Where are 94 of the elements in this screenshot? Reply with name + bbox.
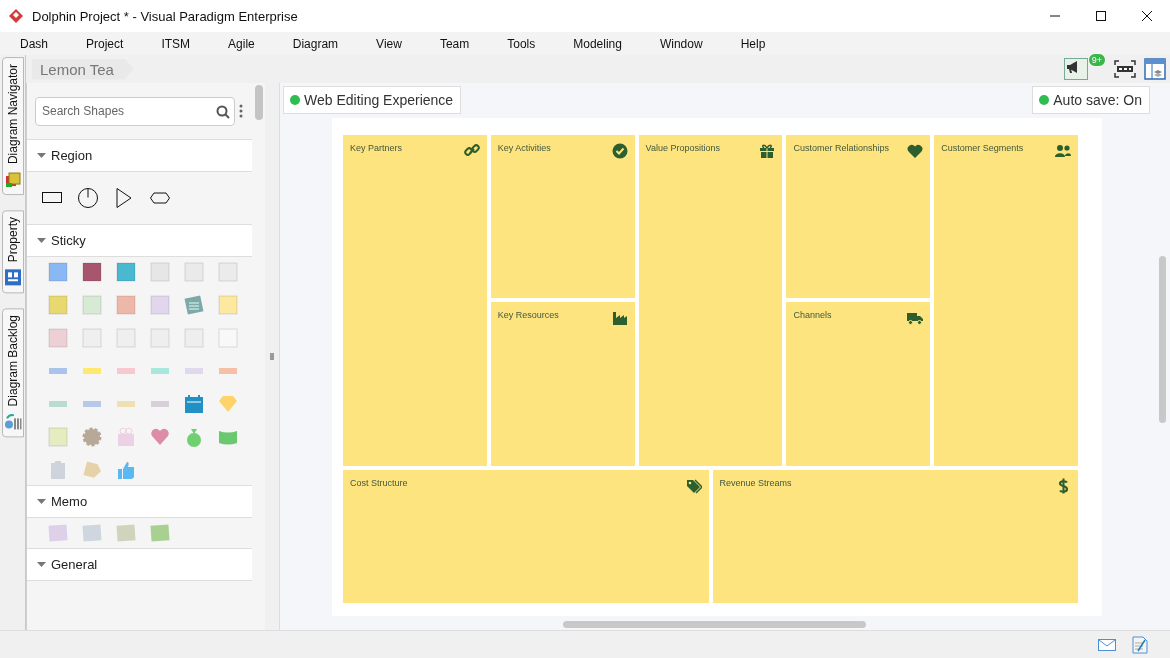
- block-title: Customer Segments: [941, 143, 1024, 153]
- link-icon: [463, 143, 480, 159]
- caret-icon: [37, 562, 46, 567]
- grip-icon[interactable]: [270, 353, 274, 360]
- money-bag-icon[interactable]: [184, 427, 204, 447]
- caret-icon: [37, 499, 46, 504]
- canvas-block[interactable]: Cost Structure: [343, 470, 709, 603]
- menu-item[interactable]: Team: [427, 36, 482, 51]
- scrollbar-thumb[interactable]: [255, 85, 264, 120]
- tags-icon: [685, 478, 702, 494]
- block-title: Cost Structure: [350, 478, 408, 488]
- block-title: Customer Relationships: [793, 143, 889, 153]
- canvas-block[interactable]: Customer Segments: [934, 135, 1078, 466]
- caret-icon: [37, 238, 46, 243]
- thumbs-up-icon[interactable]: [116, 460, 136, 480]
- chart-icon: [4, 412, 22, 431]
- window-title: Dolphin Project * - Visual Paradigm Enterprise: [32, 8, 298, 24]
- memo-note-icon[interactable]: [82, 523, 102, 543]
- sticky-note-icon[interactable]: [48, 262, 68, 282]
- side-tab[interactable]: Property: [2, 210, 24, 294]
- block-title: Revenue Streams: [719, 478, 792, 488]
- block-title: Channels: [793, 310, 832, 320]
- canvas-block[interactable]: Key Resources: [490, 302, 635, 466]
- block-title: Key Resources: [497, 310, 559, 320]
- memo-note-icon[interactable]: [116, 523, 136, 543]
- section-header[interactable]: General: [27, 548, 253, 581]
- section-title: Sticky: [51, 233, 86, 248]
- form-icon: [4, 268, 22, 287]
- breadcrumb-item[interactable]: Lemon Tea: [32, 58, 134, 80]
- section-header[interactable]: Memo: [27, 485, 253, 518]
- section-title: General: [51, 557, 98, 572]
- gear-icon[interactable]: [82, 427, 102, 447]
- scrollbar-thumb[interactable]: [1159, 256, 1166, 423]
- autosave-badge[interactable]: Auto save: On: [1032, 86, 1150, 114]
- menu-item[interactable]: Modeling: [561, 36, 634, 51]
- document-icon[interactable]: [1132, 635, 1148, 654]
- notepad-icon[interactable]: [184, 295, 204, 315]
- canvas-block[interactable]: Key Partners: [343, 135, 487, 466]
- heart-icon[interactable]: [150, 427, 170, 447]
- heart-icon: [907, 143, 924, 159]
- caret-icon: [37, 153, 46, 158]
- block-title: Value Propositions: [645, 143, 720, 153]
- maximize-icon[interactable]: [1095, 10, 1107, 22]
- side-tab[interactable]: Diagram Navigator: [2, 57, 24, 196]
- canvas-block[interactable]: Value Propositions: [638, 135, 783, 466]
- menu-item[interactable]: Help: [728, 36, 778, 51]
- tag-icon[interactable]: [82, 460, 102, 480]
- memo-note-icon[interactable]: [48, 523, 68, 543]
- clipboard-icon[interactable]: [48, 460, 68, 480]
- section-title: Region: [51, 148, 93, 163]
- side-tab[interactable]: Diagram Backlog: [2, 308, 24, 438]
- editing-badge[interactable]: Web Editing Experience: [283, 86, 462, 114]
- menu-item[interactable]: Agile: [216, 36, 267, 51]
- gift-icon: [759, 143, 776, 159]
- diamond-icon[interactable]: [218, 394, 238, 414]
- calendar-icon[interactable]: [184, 394, 204, 414]
- search-icon[interactable]: [216, 104, 230, 119]
- more-icon[interactable]: [239, 104, 243, 118]
- megaphone-button[interactable]: [1063, 58, 1088, 80]
- layout-icon[interactable]: [1144, 58, 1166, 80]
- envelope-icon[interactable]: [1098, 638, 1116, 651]
- truck-icon: [907, 310, 924, 326]
- menu-item[interactable]: Project: [74, 36, 136, 51]
- canvas-block[interactable]: Customer Relationships: [786, 135, 931, 298]
- factory-icon: [611, 310, 628, 326]
- menu-item[interactable]: Diagram: [280, 36, 351, 51]
- boxes-icon: [4, 170, 22, 189]
- check-circle-icon: [611, 143, 628, 159]
- fit-icon[interactable]: [1114, 60, 1136, 78]
- section-title: Memo: [51, 494, 88, 509]
- canvas-block[interactable]: Revenue Streams: [712, 470, 1078, 603]
- people-icon: [1055, 143, 1071, 159]
- section-header[interactable]: Region: [27, 139, 253, 172]
- menu-item[interactable]: Tools: [495, 36, 548, 51]
- close-icon[interactable]: [1141, 10, 1153, 22]
- search-field[interactable]: Search Shapes: [35, 96, 235, 126]
- menu-item[interactable]: View: [364, 36, 414, 51]
- block-title: Key Partners: [350, 143, 403, 153]
- status-dot-icon: [1039, 95, 1050, 105]
- sticky-note-icon[interactable]: [116, 262, 136, 282]
- section-header[interactable]: Sticky: [27, 224, 253, 257]
- menu-item[interactable]: ITSM: [149, 36, 203, 51]
- canvas-block[interactable]: Key Activities: [490, 135, 635, 298]
- scrollbar-thumb[interactable]: [563, 621, 866, 628]
- sticky-note-icon[interactable]: [82, 262, 102, 282]
- menu-item[interactable]: Dash: [8, 36, 60, 51]
- app-logo: [8, 8, 24, 24]
- canvas-block[interactable]: Channels: [786, 302, 931, 466]
- menu-item[interactable]: Window: [647, 36, 715, 51]
- status-dot-icon: [290, 95, 300, 105]
- memo-note-icon[interactable]: [150, 523, 170, 543]
- clock-icon[interactable]: [77, 187, 99, 209]
- block-title: Key Activities: [497, 143, 551, 153]
- gift-icon[interactable]: [116, 427, 136, 447]
